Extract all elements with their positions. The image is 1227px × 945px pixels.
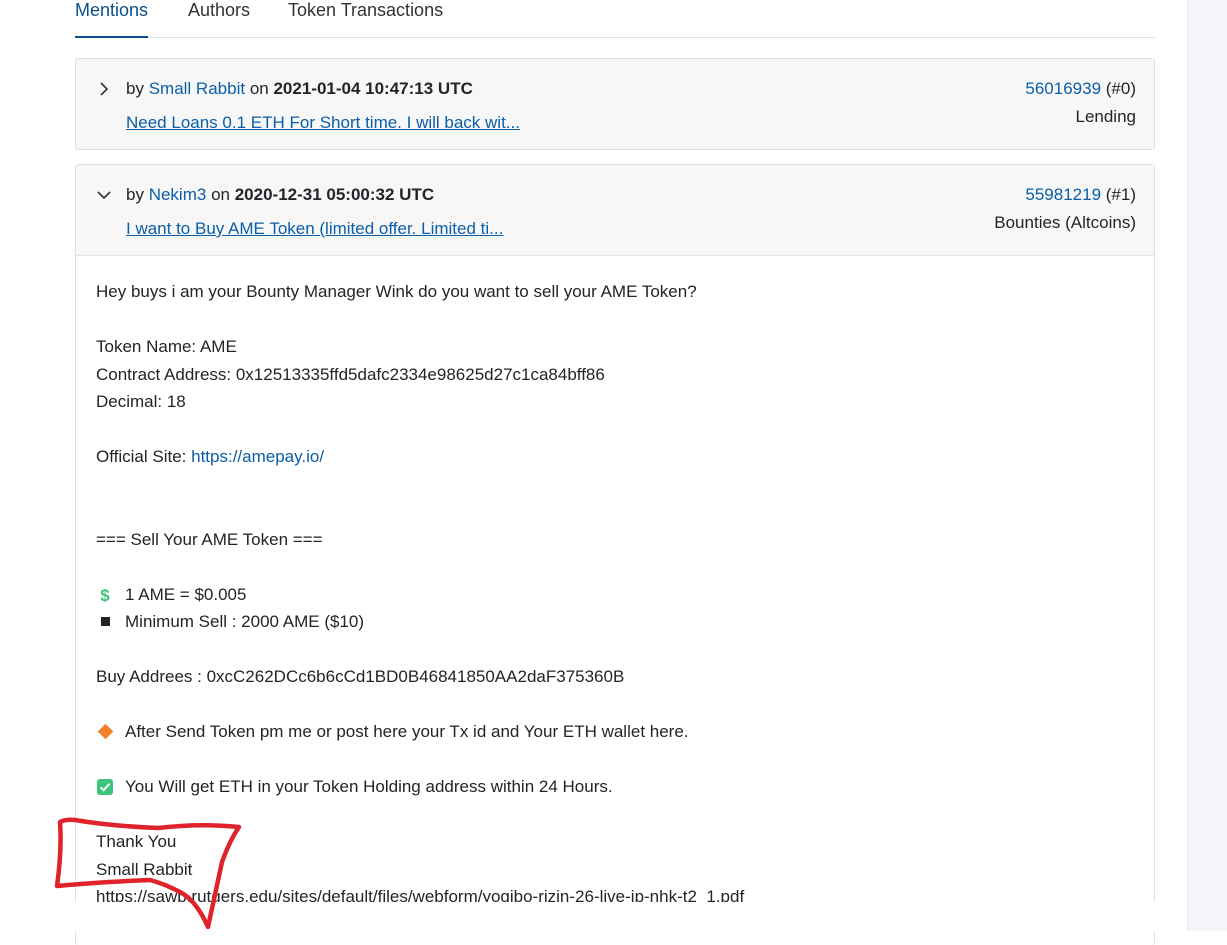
post-meta: by Small Rabbit on 2021-01-04 10:47:13 U… [126,79,473,99]
post-date: 2021-01-04 10:47:13 UTC [273,79,473,98]
post-ref: 55981219 (#1) [1025,185,1136,205]
signature-text: Small Rabbit [96,860,193,879]
tab-authors[interactable]: Authors [188,0,250,36]
post-title-link[interactable]: I want to Buy AME Token (limited offer. … [126,219,503,239]
black-square-icon [96,613,114,633]
tab-token-transactions[interactable]: Token Transactions [288,0,443,36]
tab-mentions[interactable]: Mentions [75,0,149,38]
official-site-link[interactable]: https://amepay.io/ [191,447,324,466]
you-will-get-line: You Will get ETH in your Token Holding a… [96,777,613,798]
intro-text: Hey buys i am your Bounty Manager Wink d… [96,282,697,301]
chevron-down-icon[interactable] [96,187,112,203]
post-index: (#0) [1105,79,1136,98]
post-id-link[interactable]: 55981219 [1025,185,1101,204]
mention-card-header[interactable]: by Small Rabbit on 2021-01-04 10:47:13 U… [76,59,1154,149]
mention-card-expanded: by Nekim3 on 2020-12-31 05:00:32 UTC I w… [75,164,1155,945]
minimum-text: Minimum Sell : 2000 AME ($10) [125,612,365,631]
you-will-get-text: You Will get ETH in your Token Holding a… [125,777,613,796]
minimum-line: Minimum Sell : 2000 AME ($10) [96,612,364,633]
page-bottom-cutoff [0,902,1187,931]
board-name: Lending [1075,107,1136,126]
official-site: Official Site: https://amepay.io/ [96,447,324,467]
post-meta: by Nekim3 on 2020-12-31 05:00:32 UTC [126,185,434,205]
after-send-line: After Send Token pm me or post here your… [96,722,689,743]
contract-address: Contract Address: 0x12513335ffd5dafc2334… [96,365,605,384]
post-id-link[interactable]: 56016939 [1025,79,1101,98]
by-label: by [126,79,144,98]
post-ref: 56016939 (#0) [1025,79,1136,99]
right-scroll-strip [1187,0,1227,931]
rate-line: $1 AME = $0.005 [96,585,246,606]
rate-text: 1 AME = $0.005 [125,585,247,604]
board-name: Bounties (Altcoins) [994,213,1136,232]
mention-card-header[interactable]: by Nekim3 on 2020-12-31 05:00:32 UTC I w… [76,165,1154,256]
post-index: (#1) [1105,185,1136,204]
check-mark-icon [96,778,114,798]
author-link[interactable]: Nekim3 [149,185,207,204]
token-name: Token Name: AME [96,337,237,356]
post-date: 2020-12-31 05:00:32 UTC [234,185,435,204]
orange-diamond-icon [96,723,114,743]
decimal-text: Decimal: 18 [96,392,186,411]
sell-header: === Sell Your AME Token === [96,530,323,549]
on-label: on [249,79,269,98]
mention-card: by Small Rabbit on 2021-01-04 10:47:13 U… [75,58,1155,150]
tab-bar: Mentions Authors Token Transactions [75,0,1155,38]
on-label: on [211,185,230,204]
buy-address: Buy Addrees : 0xcC262DCc6b6cCd1BD0B46841… [96,667,625,686]
thank-you-text: Thank You [96,832,177,851]
author-link[interactable]: Small Rabbit [149,79,245,98]
after-send-text: After Send Token pm me or post here your… [125,722,689,741]
dollar-icon: $ [100,585,110,605]
chevron-right-icon[interactable] [96,81,112,97]
post-title-link[interactable]: Need Loans 0.1 ETH For Short time. I wil… [126,113,520,133]
official-site-label: Official Site: [96,447,192,466]
by-label: by [126,185,144,204]
